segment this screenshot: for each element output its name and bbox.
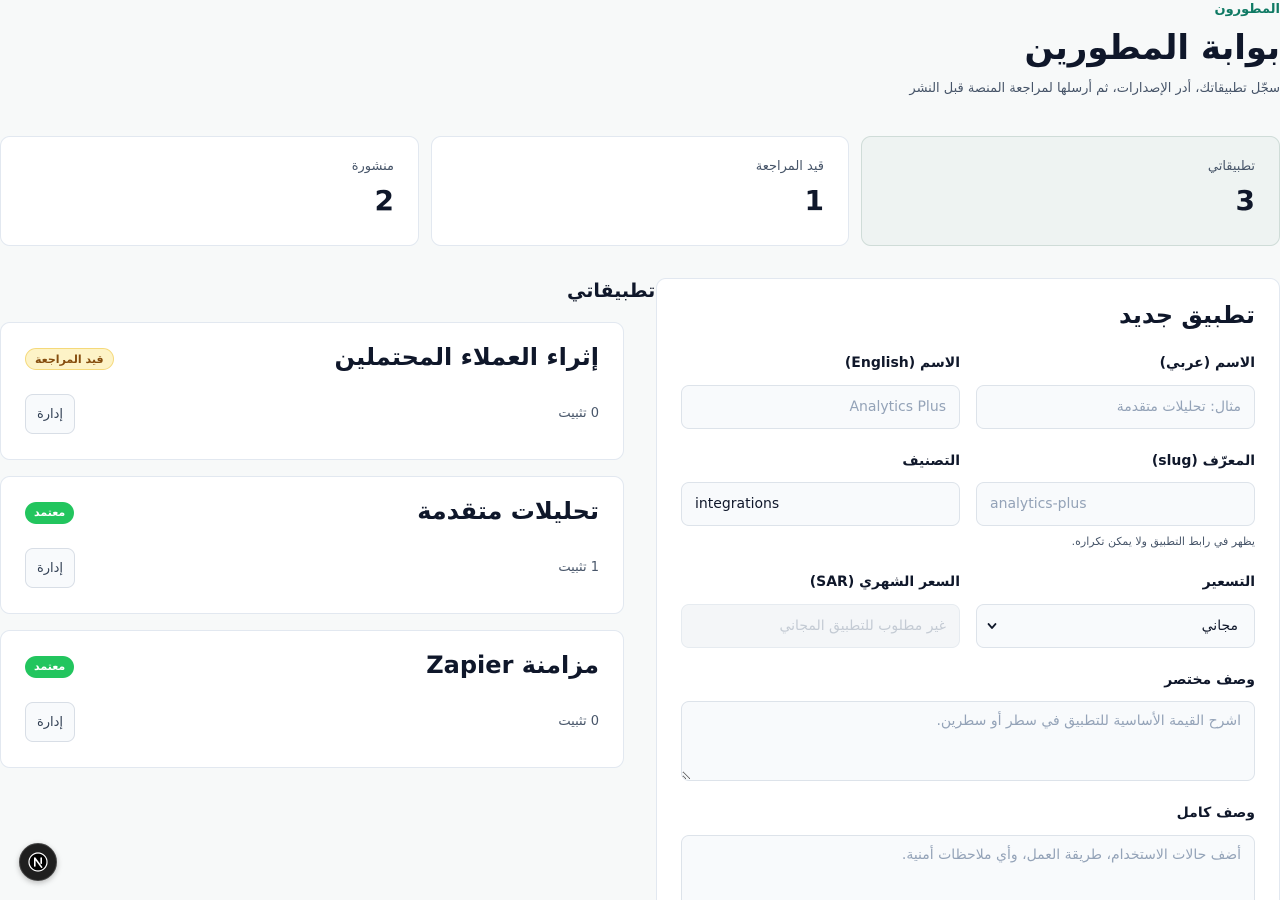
manage-button[interactable]: إدارة [25,394,75,434]
nextjs-dev-indicator[interactable] [19,843,57,881]
name-ar-label: الاسم (عربي) [1159,355,1255,371]
name-en-label: الاسم (English) [844,355,960,371]
app-card: تحليلات متقدمة معتمد 1 تثبيت إدارة [0,476,624,614]
slug-input[interactable] [976,482,1255,526]
app-name: إثراء العملاء المحتملين [334,343,599,371]
my-apps-title: تطبيقاتي [567,280,656,302]
status-badge: قيد المراجعة [25,348,114,370]
header-eyebrow: المطورون [1214,2,1280,17]
stat-card-in-review: قيد المراجعة 1 [431,136,849,246]
name-ar-input[interactable] [976,385,1255,429]
new-app-form: تطبيق جديد الاسم (عربي) الاسم (English) … [656,278,1280,900]
category-label: التصنيف [902,453,960,469]
stat-value: 1 [804,184,824,217]
manage-button[interactable]: إدارة [25,702,75,742]
app-card: مزامنة Zapier معتمد 0 تثبيت إدارة [0,630,624,768]
stat-label: تطبيقاتي [1207,159,1255,174]
page-title: بوابة المطورين [1024,28,1280,68]
monthly-price-label: السعر الشهري (SAR) [809,574,960,590]
pricing-select[interactable]: مجاني [976,604,1255,648]
stat-value: 3 [1235,184,1255,217]
status-badge: معتمد [25,502,75,524]
full-desc-label: وصف كامل [1176,805,1255,821]
app-name: مزامنة Zapier [426,651,599,679]
short-desc-textarea[interactable] [681,701,1255,781]
stat-value: 2 [374,184,394,217]
name-en-input[interactable] [681,385,960,429]
status-badge: معتمد [25,656,75,678]
slug-label: المعرّف (slug) [1151,453,1255,469]
app-card: إثراء العملاء المحتملين قيد المراجعة 0 ت… [0,322,624,460]
stat-label: قيد المراجعة [755,159,824,174]
stat-card-published: منشورة 2 [0,136,419,246]
slug-hint: يظهر في رابط التطبيق ولا يمكن تكراره. [1071,535,1255,548]
nextjs-logo-icon [28,852,48,872]
full-desc-textarea[interactable] [681,835,1255,900]
pricing-selected: مجاني [1201,618,1238,634]
app-name: تحليلات متقدمة [417,497,599,525]
install-count: 0 تثبيت [558,714,599,729]
monthly-price-input [681,604,960,648]
stat-label: منشورة [351,159,394,174]
manage-button[interactable]: إدارة [25,548,75,588]
category-input[interactable] [681,482,960,526]
page-subtitle: سجّل تطبيقاتك، أدر الإصدارات، ثم أرسلها … [909,81,1280,96]
form-title: تطبيق جديد [1118,301,1255,329]
install-count: 0 تثبيت [558,406,599,421]
pricing-label: التسعير [1202,574,1255,590]
short-desc-label: وصف مختصر [1164,672,1255,688]
install-count: 1 تثبيت [558,560,599,575]
chevron-down-icon [987,623,997,629]
stat-card-my-apps: تطبيقاتي 3 [861,136,1280,246]
